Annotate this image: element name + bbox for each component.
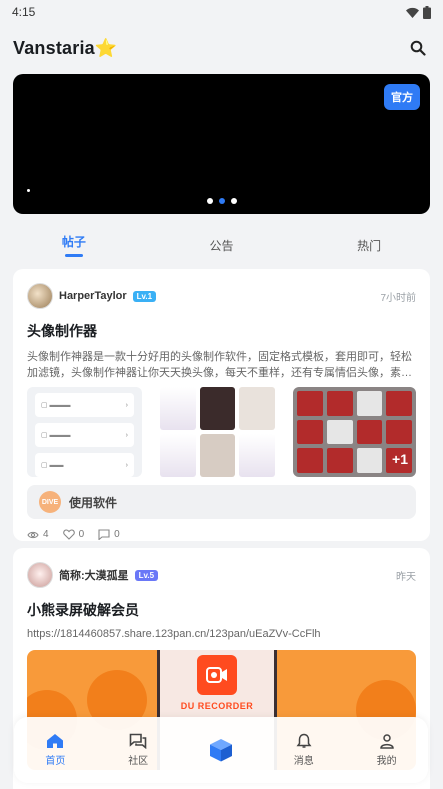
post-image[interactable]: ▢ ▬▬▬ › ▢ ▬▬▬ › ▢ ▬▬ › (27, 387, 142, 477)
carousel-dot[interactable] (230, 198, 237, 204)
image-thumb (160, 387, 196, 430)
image-thumb (297, 448, 323, 473)
post-images: ▢ ▬▬▬ › ▢ ▬▬▬ › ▢ ▬▬ › +1 (27, 387, 416, 477)
post-link[interactable]: https://1814460857.share.123pan.cn/123pa… (27, 628, 416, 640)
post-time: 7小时前 (380, 292, 416, 304)
image-preview-row: ▢ ▬▬▬ › (35, 393, 134, 417)
image-thumb (326, 419, 353, 445)
likes-count: 0 (78, 529, 85, 540)
image-thumb (297, 419, 323, 445)
carousel-dot[interactable] (206, 198, 213, 204)
image-thumb (239, 434, 275, 477)
level-badge: Lv.5 (134, 569, 159, 581)
comment-icon (98, 529, 110, 540)
image-thumb (297, 391, 323, 416)
level-badge: Lv.1 (132, 290, 157, 302)
image-thumb (199, 387, 236, 430)
tab-posts[interactable]: 帖子 (0, 230, 148, 260)
image-thumb (326, 391, 353, 416)
image-thumb (326, 448, 353, 473)
like-button[interactable]: 0 (62, 529, 85, 540)
cube-icon (209, 739, 232, 762)
post-author[interactable]: HarperTaylor Lv.1 (27, 283, 157, 309)
app-chip-label: 使用软件 (69, 495, 118, 510)
image-thumb (356, 448, 383, 473)
post-time: 昨天 (396, 571, 416, 583)
content-tabs: 帖子 公告 热门 (0, 230, 443, 260)
post-body[interactable]: 头像制作神器是一款十分好用的头像制作软件，固定格式模板，套用即可，轻松加滤镜，头… (27, 349, 416, 381)
nav-label: 社区 (128, 756, 149, 767)
nav-profile[interactable]: 我的 (345, 733, 428, 767)
recorder-logo-icon (197, 655, 237, 695)
search-button[interactable] (406, 36, 430, 60)
community-icon (129, 733, 147, 749)
wifi-icon (406, 7, 419, 18)
image-thumb (239, 387, 275, 430)
status-bar: 4:15 (0, 0, 443, 24)
official-badge: 官方 (384, 84, 420, 110)
battery-icon (423, 5, 431, 19)
app-header: Vanstaria⭐ (0, 24, 443, 72)
post-title[interactable]: 小熊录屏破解会员 (27, 600, 416, 620)
image-thumb (356, 391, 383, 416)
nav-label: 首页 (45, 756, 66, 767)
avatar[interactable] (27, 562, 53, 588)
post-author[interactable]: 简称:大漠孤星 Lv.5 (27, 562, 159, 588)
comments-count: 0 (114, 529, 120, 540)
tab-announcements[interactable]: 公告 (148, 230, 296, 260)
use-app-chip[interactable]: DIVE 使用软件 (27, 485, 416, 519)
heart-icon (62, 529, 75, 540)
image-thumb (160, 434, 196, 477)
image-thumb (386, 419, 412, 445)
tab-indicator (64, 254, 83, 257)
post-header: HarperTaylor Lv.1 7小时前 (27, 283, 416, 309)
carousel-indicators (13, 198, 430, 204)
views-stat: 4 (27, 529, 49, 540)
poster-title: DU RECORDER (180, 701, 254, 711)
tab-label: 热门 (357, 238, 382, 253)
nav-messages[interactable]: 消息 (262, 733, 345, 767)
page-title: Vanstaria⭐ (13, 37, 118, 58)
bottom-nav: 首页 社区 消息 我的 (14, 717, 428, 783)
nav-label: 我的 (376, 756, 397, 767)
image-thumb (386, 391, 412, 416)
author-name[interactable]: 简称:大漠孤星 (59, 567, 129, 583)
home-icon (47, 734, 64, 748)
status-time: 4:15 (12, 5, 36, 19)
nav-center-cube[interactable] (180, 737, 263, 763)
image-preview-row: ▢ ▬▬ › (35, 453, 134, 477)
post-image[interactable] (154, 387, 281, 477)
profile-icon (379, 734, 394, 749)
more-images-count: +1 (392, 451, 408, 467)
image-preview-row: ▢ ▬▬▬ › (35, 423, 134, 447)
post-header: 简称:大漠孤星 Lv.5 昨天 (27, 562, 416, 588)
bell-icon (296, 733, 312, 748)
avatar[interactable] (27, 283, 53, 309)
post-card[interactable]: HarperTaylor Lv.1 7小时前 头像制作器 头像制作神器是一款十分… (13, 269, 430, 541)
tab-label: 公告 (209, 238, 234, 253)
comment-button[interactable]: 0 (98, 529, 120, 540)
app-logo: DIVE (39, 491, 61, 513)
carousel-dot-active[interactable] (218, 198, 225, 204)
nav-label: 消息 (293, 756, 314, 767)
eye-icon (27, 531, 39, 538)
status-icons (406, 5, 431, 19)
tab-hot[interactable]: 热门 (295, 230, 443, 260)
tab-label: 帖子 (61, 235, 86, 249)
image-thumb (199, 434, 236, 477)
views-count: 4 (43, 529, 49, 540)
post-image[interactable]: +1 (293, 387, 416, 477)
post-title[interactable]: 头像制作器 (27, 321, 416, 341)
image-thumb (356, 419, 383, 445)
banner-carousel[interactable]: 官方 (13, 74, 430, 214)
post-stats: 4 0 0 (27, 529, 416, 540)
author-name[interactable]: HarperTaylor (59, 290, 127, 302)
nav-community[interactable]: 社区 (97, 733, 180, 767)
search-icon (410, 40, 426, 56)
banner-marker (27, 189, 30, 192)
nav-home[interactable]: 首页 (14, 733, 97, 767)
